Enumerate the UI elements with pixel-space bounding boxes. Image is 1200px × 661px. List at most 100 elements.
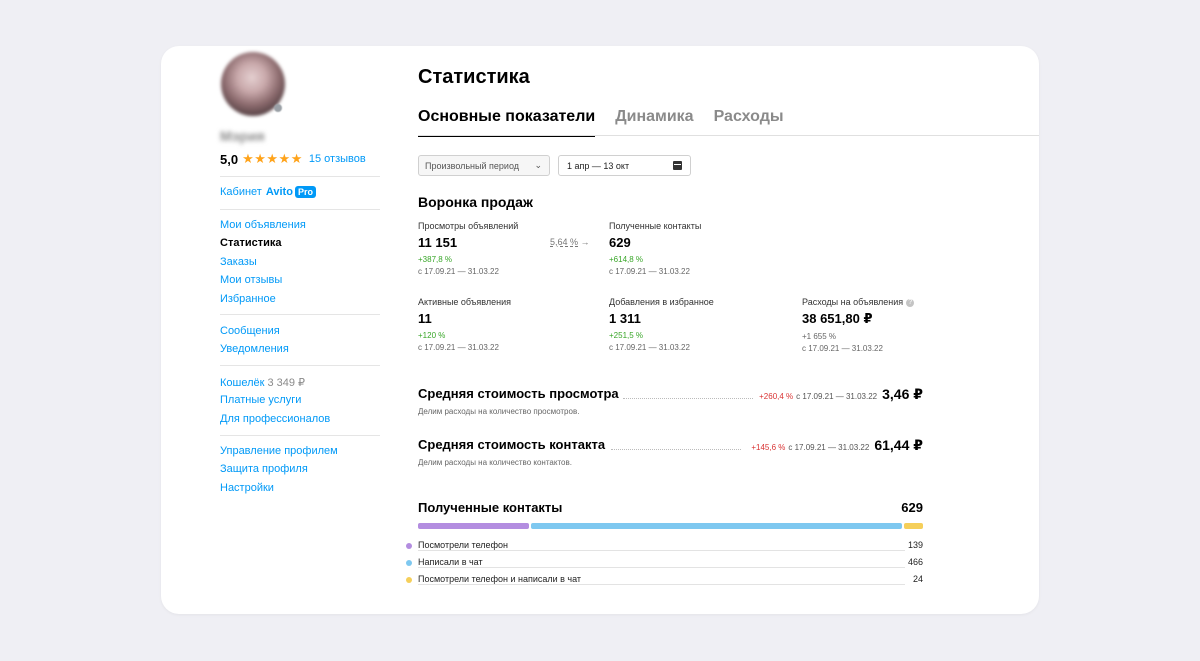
legend-line (418, 567, 905, 568)
sidebar-item-statistics[interactable]: Статистика (220, 237, 282, 249)
user-name[interactable]: Мэрия (220, 128, 265, 144)
legend-dot (406, 543, 412, 549)
avg-view-cost-subtitle: Делим расходы на количество просмотров. (418, 407, 580, 416)
rating-value: 5,0 (220, 151, 239, 167)
legend-dot (406, 577, 412, 583)
contacts-total: 629 (901, 500, 923, 515)
legend-row: Посмотрели телефон и написали в чат 24 (406, 574, 923, 588)
avg-contact-cost-value: 61,44 ₽ (874, 437, 923, 453)
rating-row: 5,0 ★★★★★ 15 отзывов (220, 151, 366, 167)
metric-ad-views: Просмотры объявлений 11 151 +387,8 % с 1… (418, 221, 518, 276)
metric-label: Расходы на объявления? (802, 297, 915, 307)
divider (220, 209, 380, 210)
legend-line (418, 584, 905, 585)
sidebar-item-profile-protection[interactable]: Защита профиля (220, 463, 308, 475)
metric-period: с 17.09.21 — 31.03.22 (802, 344, 883, 353)
reviews-link[interactable]: 15 отзывов (309, 153, 366, 165)
sidebar-item-paid-services[interactable]: Платные услуги (220, 394, 301, 406)
cabinet-label: Кабинет (220, 186, 262, 198)
page-title: Статистика (418, 66, 530, 88)
avg-view-cost-value: 3,46 ₽ (882, 386, 923, 402)
metric-value: 1 311 (609, 311, 641, 326)
question-icon[interactable]: ? (906, 298, 915, 307)
avg-view-cost-row: Средняя стоимость просмотра +260,4 % с 1… (418, 386, 923, 416)
avg-view-cost-values: +260,4 % с 17.09.21 — 31.03.22 3,46 ₽ (759, 386, 923, 403)
legend-label: Посмотрели телефон и написали в чат (418, 574, 585, 584)
tab-expenses[interactable]: Расходы (714, 108, 784, 137)
arrow-right-icon: → (580, 237, 590, 247)
metric-period: с 17.09.21 — 31.03.22 (609, 343, 690, 352)
wallet-label: Кошелёк (220, 377, 265, 389)
sidebar-item-wallet[interactable]: Кошелёк 3 349 ₽ (220, 376, 305, 389)
avg-contact-cost-row: Средняя стоимость контакта +145,6 % с 17… (418, 437, 923, 467)
metric-label: Полученные контакты (609, 221, 702, 231)
dotted-leader (623, 398, 753, 399)
sidebar-item-messages[interactable]: Сообщения (220, 325, 280, 337)
pro-badge: Pro (294, 186, 316, 198)
legend-dot (406, 560, 412, 566)
sidebar-item-my-reviews[interactable]: Мои отзывы (220, 274, 282, 286)
legend-line (418, 550, 905, 551)
contacts-stacked-bar (418, 523, 923, 529)
metric-period: с 17.09.21 — 31.03.22 (418, 343, 499, 352)
metric-change: +387,8 % (418, 255, 453, 264)
metric-change: +251,5 % (609, 331, 644, 340)
contacts-bar-segment (903, 523, 923, 529)
avg-view-cost-change: +260,4 % (759, 392, 794, 401)
tabs: Основные показатели Динамика Расходы (418, 108, 804, 137)
metric-active-ads: Активные объявления 11 +120 % с 17.09.21… (418, 297, 511, 352)
metric-period: с 17.09.21 — 31.03.22 (418, 267, 499, 276)
metric-value: 38 651,80 ₽ (802, 311, 873, 326)
divider (220, 314, 380, 315)
metric-change: +120 % (418, 331, 446, 340)
legend-value: 466 (904, 557, 923, 567)
conversion-value: 5,64 % (550, 237, 579, 247)
metric-favorites-added: Добавления в избранное 1 311 +251,5 % с … (609, 297, 714, 352)
dotted-leader (611, 449, 741, 450)
legend-row: Написали в чат 466 (406, 557, 923, 571)
avg-view-cost-period: с 17.09.21 — 31.03.22 (796, 392, 878, 401)
legend-row: Посмотрели телефон 139 (406, 540, 923, 554)
metric-value: 629 (609, 235, 631, 250)
funnel-heading: Воронка продаж (418, 194, 533, 210)
legend-value: 24 (909, 574, 923, 584)
metric-value: 11 (418, 311, 432, 326)
avito-brand: Avito (265, 186, 293, 198)
metric-ad-expenses: Расходы на объявления? 38 651,80 ₽ +1 65… (802, 297, 915, 353)
legend-label: Написали в чат (418, 557, 486, 567)
avg-contact-cost-subtitle: Делим расходы на количество контактов. (418, 458, 572, 467)
sidebar-item-settings[interactable]: Настройки (220, 482, 274, 494)
date-range-picker[interactable]: 1 апр — 13 окт (558, 155, 691, 176)
metric-label: Активные объявления (418, 297, 511, 307)
legend-label: Посмотрели телефон (418, 540, 511, 550)
sidebar-item-notifications[interactable]: Уведомления (220, 343, 289, 355)
metric-contacts-received: Полученные контакты 629 +614,8 % с 17.09… (609, 221, 701, 276)
avg-contact-cost-values: +145,6 % с 17.09.21 — 31.03.22 61,44 ₽ (751, 437, 923, 454)
chevron-down-icon: ⌄ (534, 160, 542, 170)
metric-label: Просмотры объявлений (418, 221, 519, 231)
metric-label: Добавления в избранное (609, 297, 714, 307)
metric-value: 11 151 (418, 235, 458, 250)
avito-pro-cabinet-link[interactable]: Кабинет Avito Pro (220, 186, 316, 198)
period-select[interactable]: Произвольный период ⌄ (418, 155, 550, 176)
sidebar-item-favorites[interactable]: Избранное (220, 293, 276, 305)
tabs-divider (418, 135, 1039, 136)
conversion-rate[interactable]: 5,64 % → (550, 237, 590, 247)
divider (220, 365, 380, 366)
metric-label-text: Расходы на объявления (802, 297, 904, 307)
tab-dynamics[interactable]: Динамика (615, 108, 693, 137)
tab-main-indicators[interactable]: Основные показатели (418, 108, 596, 137)
metric-change: +1 655 % (802, 332, 837, 341)
contacts-bar-segment (418, 523, 529, 529)
sidebar-item-for-professionals[interactable]: Для профессионалов (220, 413, 330, 425)
sidebar-item-my-ads[interactable]: Мои объявления (220, 219, 306, 231)
sidebar-item-profile-management[interactable]: Управление профилем (220, 445, 338, 457)
period-select-value: Произвольный период (425, 161, 519, 171)
sidebar-item-orders[interactable]: Заказы (220, 256, 257, 268)
contacts-breakdown-heading: Полученные контакты 629 (418, 500, 923, 515)
divider (220, 176, 380, 177)
metric-period: с 17.09.21 — 31.03.22 (609, 267, 690, 276)
star-icon: ★★★★★ (242, 151, 303, 166)
online-status-dot (274, 104, 282, 112)
calendar-icon (673, 161, 682, 170)
